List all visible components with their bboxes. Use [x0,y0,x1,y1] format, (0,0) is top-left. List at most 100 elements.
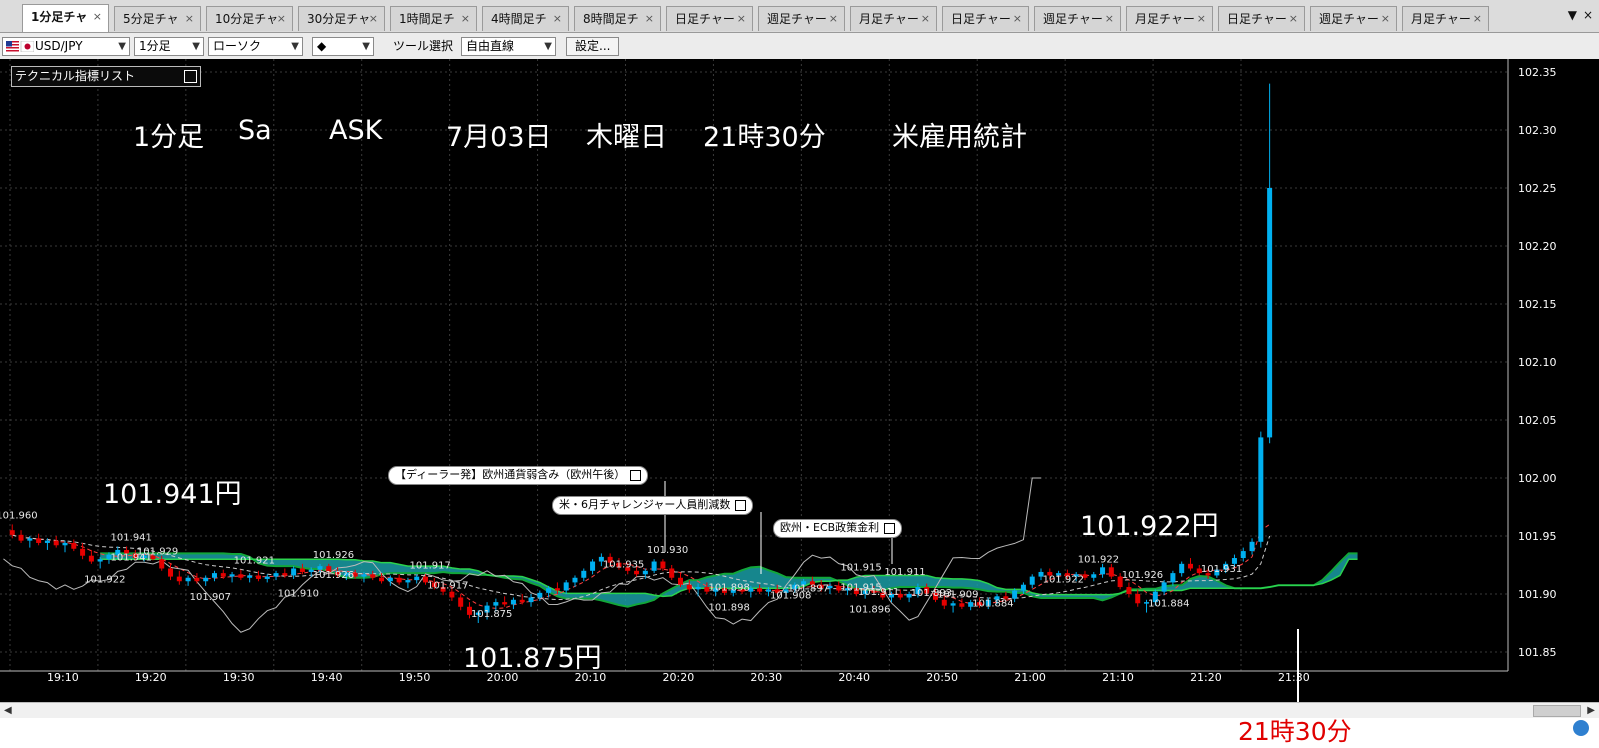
checkbox-icon[interactable] [735,500,747,511]
horizontal-scrollbar[interactable]: ◀ ▶ [0,702,1599,719]
tab-close-icon[interactable]: × [553,7,562,31]
tab-label: 10分足チャ [215,12,279,26]
candle-body [669,568,675,578]
tab-chart[interactable]: 週足チャー × [758,6,845,31]
candle-body [255,575,261,579]
headline-date: 7月03日 [446,122,552,153]
tab-close-icon[interactable]: × [1473,7,1482,31]
tool-select[interactable]: 自由直線 ▼ [461,37,556,56]
checkbox-icon[interactable] [884,523,896,534]
price-annotation: 101.926 [313,550,354,561]
candle-body [563,582,569,591]
tab-chart[interactable]: 8時間足チ × [574,6,661,31]
candle-body [1258,437,1264,542]
price-annotation: 101.884 [972,599,1013,610]
price-annotation: 101.875 [471,609,512,620]
tab-menu-icon[interactable]: ▼ [1568,8,1577,22]
price-annotation: 101.910 [278,588,319,599]
headline-sa: Sa [238,115,272,146]
close-icon[interactable]: × [1583,8,1593,22]
indicator-list-panel[interactable]: テクニカル指標リスト [11,66,201,87]
currency-pair-select[interactable]: USD/JPY ▼ [2,37,130,56]
settings-button[interactable]: 設定... [566,37,620,56]
tool-select-label: ツール選択 [393,39,454,53]
news-callout[interactable]: 欧州・ECB政策金利 [773,519,903,538]
scroll-right-icon[interactable]: ▶ [1587,705,1595,716]
scrollbar-thumb[interactable] [1533,705,1581,717]
tab-chart[interactable]: 日足チャー × [666,6,753,31]
tab-close-icon[interactable]: × [461,7,470,31]
tab-chart[interactable]: 週足チャー × [1034,6,1121,31]
tab-label: 月足チャー [1135,12,1195,26]
price-annotation: 101.921 [234,556,275,567]
tab-close-icon[interactable]: × [1289,7,1298,31]
candle-body [458,597,464,607]
tab-label: 5分足チャ [123,12,179,26]
tab-chart[interactable]: 10分足チャ × [206,6,293,31]
tab-close-icon[interactable]: × [1381,7,1390,31]
candle-body [229,574,235,577]
candle-body [502,602,508,605]
candle-body [519,599,525,603]
tab-chart[interactable]: 5分足チャ × [114,6,201,31]
x-tick-label: 21:20 [1190,671,1222,684]
tab-chart[interactable]: 1時間足チ × [390,6,477,31]
tab-close-icon[interactable]: × [921,7,930,31]
chart-area[interactable]: 102.35 102.30 102.25 102.20 102.15 102.10 102.… [0,59,1599,702]
price-annotation: 101.922 [1078,554,1119,565]
candle-body [537,592,543,598]
chevron-down-icon: ▼ [291,41,299,52]
tab-chart[interactable]: 週足チャー × [1310,6,1397,31]
tab-close-icon[interactable]: × [369,7,378,31]
tab-label: 月足チャー [1411,12,1471,26]
candle-body [581,570,587,578]
low-price-label: 101.875円 [463,643,602,674]
tab-close-icon[interactable]: × [1105,7,1114,31]
candle-body [634,570,640,575]
candle-body [950,603,956,606]
tab-chart[interactable]: 日足チャー × [1218,6,1305,31]
candle-body [546,588,552,593]
candle-body [1108,567,1114,577]
chevron-down-icon: ▼ [118,41,126,52]
tab-close-icon[interactable]: × [645,7,654,31]
scroll-left-icon[interactable]: ◀ [4,705,12,716]
restore-icon[interactable] [184,70,197,83]
tab-close-icon[interactable]: × [1197,7,1206,31]
tab-chart[interactable]: 月足チャー × [850,6,937,31]
candle-body [1161,582,1167,592]
tab-chart[interactable]: 月足チャー × [1126,6,1213,31]
tab-close-icon[interactable]: × [185,7,194,31]
tab-chart[interactable]: 1分足チャ × [22,4,109,32]
candle-body [449,591,455,598]
x-tick-label: 19:20 [135,671,167,684]
y-tick-label: 101.90 [1518,588,1557,601]
news-callout[interactable]: 【ディーラー発】欧州通貨弱含み（欧州午後） [388,466,649,485]
candle-body [97,559,103,562]
news-callout[interactable]: 米・6月チャレンジャー人員削減数 [552,496,754,515]
tab-chart[interactable]: 日足チャー × [942,6,1029,31]
tab-label: 1時間足チ [399,12,455,26]
chart-type-select[interactable]: ローソク ▼ [208,37,303,56]
tab-close-icon[interactable]: × [737,7,746,31]
candlestick-chart[interactable]: 102.35 102.30 102.25 102.20 102.15 102.10 102.… [0,59,1599,702]
tab-close-icon[interactable]: × [93,5,102,29]
candle-body [1091,574,1097,578]
tab-chart[interactable]: 30分足チャ × [298,6,385,31]
candle-body [361,574,367,577]
tab-label: 8時間足チ [583,12,639,26]
tab-label: 週足チャー [1043,12,1103,26]
timeframe-select[interactable]: 1分足 ▼ [134,37,204,56]
refresh-icon[interactable] [1573,720,1589,736]
tab-close-icon[interactable]: × [1013,7,1022,31]
candle-body [1012,590,1018,599]
tab-close-icon[interactable]: × [829,7,838,31]
tab-chart[interactable]: 月足チャー × [1402,6,1489,31]
checkbox-icon[interactable] [630,470,642,481]
tab-chart[interactable]: 4時間足チ × [482,6,569,31]
tab-label: 日足チャー [675,12,735,26]
tab-close-icon[interactable]: × [277,7,286,31]
price-annotation: 101.922 [1043,574,1084,585]
chart-tab-bar: 1分足チャ × 5分足チャ × 10分足チャ × 30分足チャ × 1時間足チ × 4時間足チ × 8時… [0,0,1599,33]
line-style-select[interactable]: ◆ ▼ [312,37,374,56]
